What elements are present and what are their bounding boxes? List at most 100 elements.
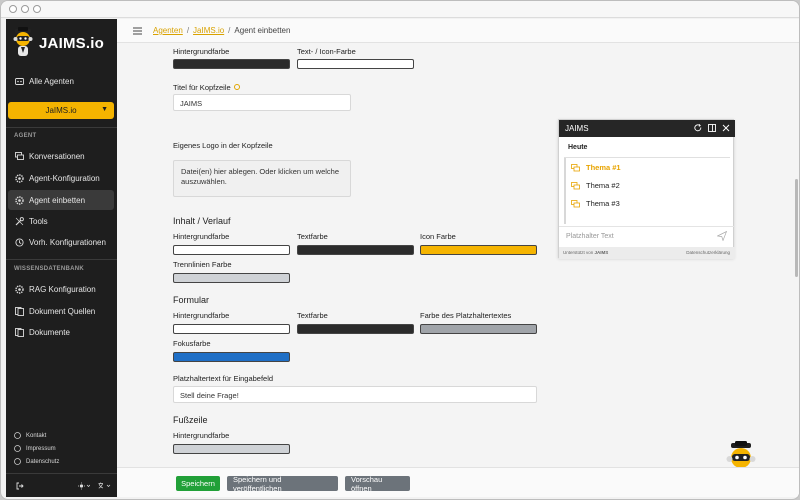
menu-icon[interactable]	[133, 27, 142, 35]
form-placeholder-color-swatch[interactable]	[420, 324, 537, 334]
footer-link-label: Kontakt	[26, 432, 47, 439]
gear-icon	[14, 284, 24, 294]
footer-link-imprint[interactable]: Impressum	[14, 445, 56, 452]
info-icon[interactable]	[233, 84, 240, 90]
window-close-dot[interactable]	[9, 5, 17, 13]
content-bg-color-swatch[interactable]	[173, 245, 290, 255]
brand-name: JAIMS.io	[39, 35, 104, 52]
tools-icon	[14, 216, 24, 226]
sidebar-item-document-sources[interactable]: Dokument Quellen	[8, 301, 114, 321]
sidebar-item-conversations[interactable]: Konversationen	[8, 146, 114, 166]
form-bg-label: Hintergrundfarbe	[173, 311, 230, 320]
sidebar-item-label: Agent einbetten	[29, 195, 86, 205]
sidebar-item-label: Dokument Quellen	[29, 306, 96, 316]
content-text-color-swatch[interactable]	[297, 245, 414, 255]
widget-topic-label: Thema #3	[586, 199, 620, 208]
info-icon	[14, 445, 21, 452]
sidebar: JAIMS.io Alle Agenten JaIMS.io ▼ AGENT K…	[6, 19, 117, 497]
logo-label: Eigenes Logo in der Kopfzeile	[173, 141, 273, 150]
form-text-color-swatch[interactable]	[297, 324, 414, 334]
title-input[interactable]: JAIMS	[173, 94, 351, 111]
breadcrumb-current: Agent einbetten	[234, 26, 291, 35]
sidebar-item-tools[interactable]: Tools	[8, 211, 114, 231]
refresh-icon[interactable]	[694, 124, 702, 132]
brand-logo[interactable]: JAIMS.io	[12, 27, 112, 63]
language-icon[interactable]	[98, 482, 111, 490]
widget-input[interactable]: Platzhalter Text	[566, 233, 614, 240]
widget-topic-item[interactable]: Thema #1	[571, 163, 621, 172]
placeholder-input[interactable]: Stell deine Frage!	[173, 386, 537, 403]
gear-icon	[14, 173, 24, 183]
header-text-color-swatch[interactable]	[297, 59, 414, 69]
footer-bg-label: Hintergrundfarbe	[173, 431, 230, 440]
content-icon-label: Icon Farbe	[420, 232, 456, 241]
content-divider-color-swatch[interactable]	[173, 273, 290, 283]
footer-link-label: Impressum	[26, 445, 56, 452]
privacy-icon	[14, 458, 21, 465]
header-bg-color-swatch[interactable]	[173, 59, 290, 69]
footer-heading: Fußzeile	[173, 415, 208, 425]
breadcrumb-link-agent[interactable]: JaIMS.io	[193, 26, 224, 35]
agents-icon	[14, 76, 24, 86]
form-focus-label: Fokusfarbe	[173, 339, 211, 348]
sidebar-toggle-icon[interactable]	[708, 124, 716, 132]
send-icon[interactable]	[717, 231, 727, 241]
breadcrumb-separator: /	[186, 26, 190, 35]
widget-topic-item[interactable]: Thema #2	[571, 181, 620, 190]
form-bg-color-swatch[interactable]	[173, 324, 290, 334]
caret-down-icon: ▼	[101, 106, 108, 113]
history-icon	[14, 237, 24, 247]
content-icon-color-swatch[interactable]	[420, 245, 537, 255]
window-minimize-dot[interactable]	[21, 5, 29, 13]
sources-icon	[14, 306, 24, 316]
documents-icon	[14, 327, 24, 337]
widget-topic-label: Thema #2	[586, 181, 620, 190]
footer-link-contact[interactable]: Kontakt	[14, 432, 46, 439]
agent-select-dropdown[interactable]: JaIMS.io ▼	[8, 102, 114, 119]
sidebar-item-all-agents[interactable]: Alle Agenten	[8, 71, 114, 91]
sidebar-item-label: Agent-Konfiguration	[29, 173, 100, 183]
powered-by-brand[interactable]: JAIMS	[595, 250, 609, 255]
header-bg-label: Hintergrundfarbe	[173, 47, 230, 56]
logo-dropzone[interactable]: Datei(en) hier ablegen. Oder klicken um …	[173, 160, 351, 197]
sidebar-item-agent-configuration[interactable]: Agent-Konfiguration	[8, 168, 114, 188]
chat-icon	[14, 151, 24, 161]
sidebar-item-embed-agent[interactable]: Agent einbetten	[8, 190, 114, 210]
main-area: Agenten / JaIMS.io / Agent einbetten Hinterg…	[117, 19, 799, 497]
theme-toggle-icon[interactable]	[78, 482, 90, 490]
widget-topic-item[interactable]: Thema #3	[571, 199, 620, 208]
sidebar-item-label: Konversationen	[29, 151, 85, 161]
browser-window: JAIMS.io Alle Agenten JaIMS.io ▼ AGENT K…	[0, 0, 800, 500]
sidebar-item-label: Vorh. Konfigurationen	[29, 237, 106, 247]
action-bar: Speichern Speichern und veröffentlichen …	[117, 467, 799, 497]
footer-link-label: Datenschutz	[26, 458, 60, 465]
embed-icon	[14, 195, 24, 205]
title-label-text: Titel für Kopfzeile	[173, 83, 231, 92]
form-focus-color-swatch[interactable]	[173, 352, 290, 362]
title-label: Titel für Kopfzeile	[173, 83, 240, 92]
breadcrumb: Agenten / JaIMS.io / Agent einbetten	[153, 26, 290, 35]
content-text-label: Textfarbe	[297, 232, 328, 241]
sidebar-divider	[6, 259, 117, 260]
close-icon[interactable]	[722, 124, 730, 132]
widget-footer: Unterstützt von JAIMS Datenschutzerkläru…	[559, 247, 735, 259]
widget-title: JAIMS	[565, 124, 589, 133]
footer-bg-color-swatch[interactable]	[173, 444, 290, 454]
window-maximize-dot[interactable]	[33, 5, 41, 13]
privacy-policy-link[interactable]: Datenschutzerklärung	[686, 250, 730, 255]
form-heading: Formular	[173, 295, 210, 305]
save-publish-button[interactable]: Speichern und veröffentlichen	[227, 475, 338, 493]
contact-icon	[14, 432, 21, 439]
save-button[interactable]: Speichern	[176, 476, 220, 491]
sidebar-item-previous-configurations[interactable]: Vorh. Konfigurationen	[8, 232, 114, 252]
breadcrumb-link-agents[interactable]: Agenten	[153, 26, 183, 35]
window-chrome	[1, 1, 799, 18]
preview-button[interactable]: Vorschau öffnen	[345, 475, 410, 493]
sidebar-item-rag-configuration[interactable]: RAG Konfiguration	[8, 279, 114, 299]
sidebar-item-documents[interactable]: Dokumente	[8, 322, 114, 342]
mascot-chat-launcher-icon[interactable]	[721, 441, 761, 467]
scrollbar[interactable]	[795, 179, 798, 277]
footer-link-privacy[interactable]: Datenschutz	[14, 458, 59, 465]
powered-by-prefix: Unterstützt von	[563, 250, 594, 255]
logout-icon[interactable]	[16, 482, 24, 490]
